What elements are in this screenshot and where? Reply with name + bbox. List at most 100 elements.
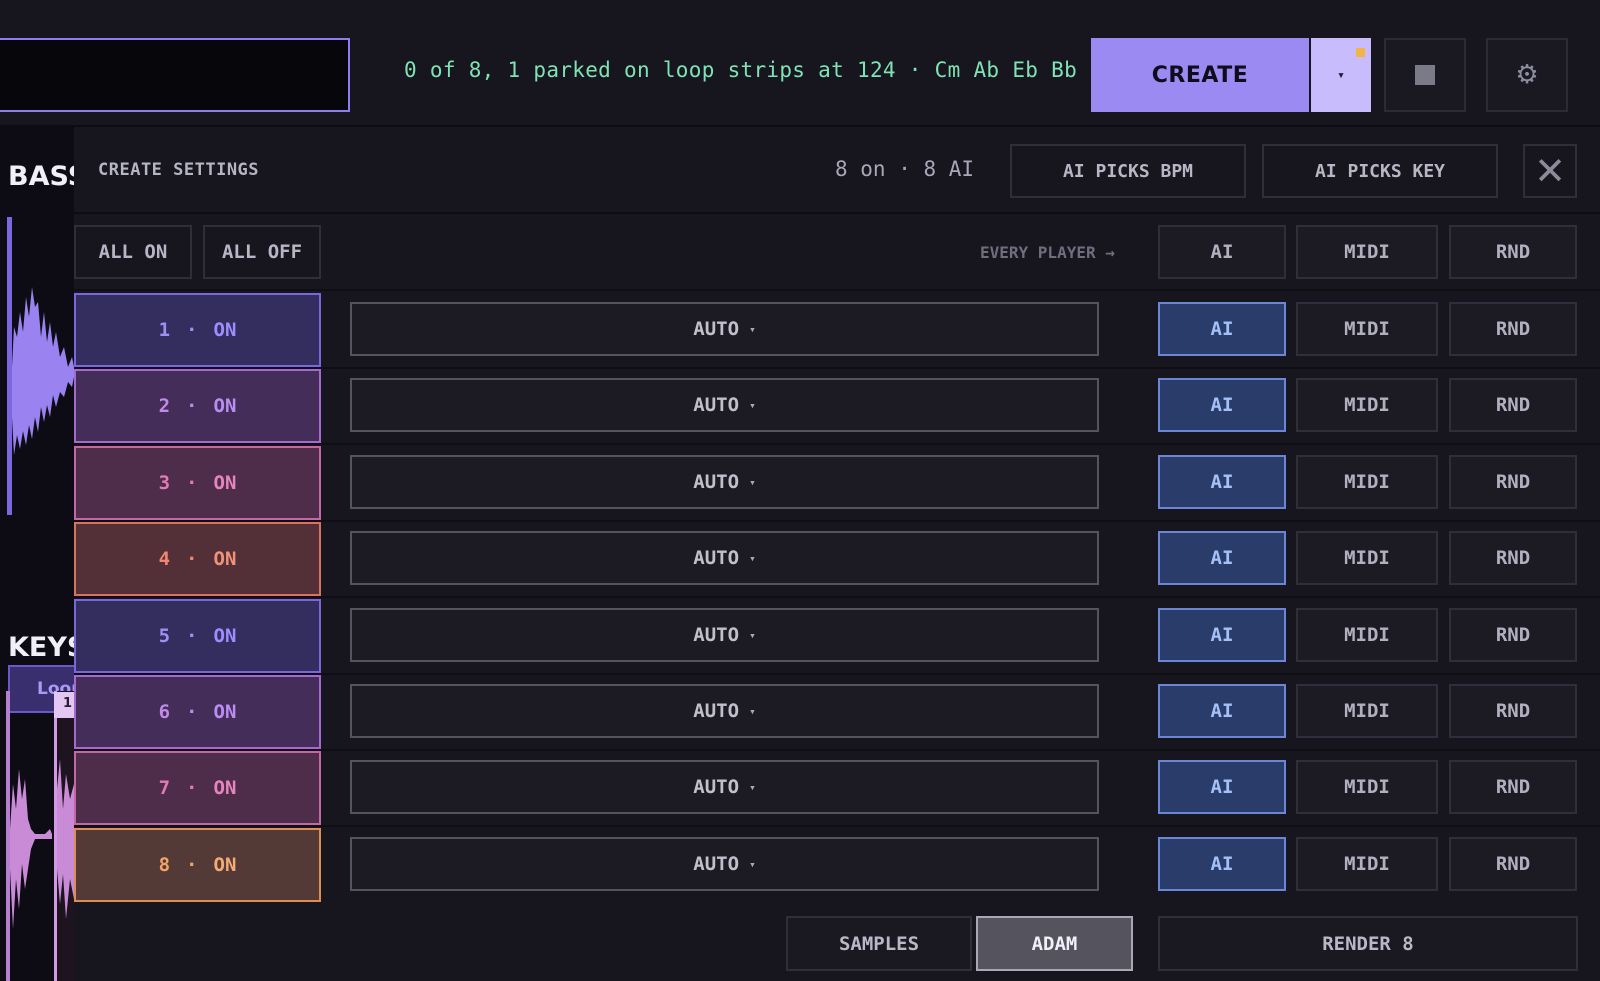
player-3-rnd-button[interactable]: RND [1449,455,1577,509]
chevron-down-icon: ▾ [749,857,756,871]
player-mode-select-2[interactable]: AUTO ▾ [350,378,1099,432]
row-divider [74,825,1600,827]
all-on-button[interactable]: ALL ON [74,225,192,279]
player-toggle-3[interactable]: 3 · ON [74,446,321,520]
player-5-midi-button[interactable]: MIDI [1296,608,1438,662]
track-label-keys: KEYS [8,632,74,663]
player-separator: · [186,548,198,570]
source-samples-button[interactable]: SAMPLES [786,916,972,971]
track-label-bass: BASS [8,161,74,192]
player-6-rnd-button[interactable]: RND [1449,684,1577,738]
player-state: ON [213,854,237,876]
prompt-input[interactable] [0,38,350,112]
render-button[interactable]: RENDER 8 [1158,916,1578,971]
player-mode-value: AUTO [693,394,740,416]
player-mode-value: AUTO [693,624,740,646]
stop-icon [1415,65,1435,85]
player-state: ON [213,395,237,417]
player-number: 3 [158,472,171,494]
global-mode-rnd-button[interactable]: RND [1449,225,1577,279]
player-toggle-2[interactable]: 2 · ON [74,369,321,443]
player-toggle-7[interactable]: 7 · ON [74,751,321,825]
player-mode-value: AUTO [693,776,740,798]
track-strip: BASS Loop KEYS 1 [0,127,74,981]
player-mode-select-3[interactable]: AUTO ▾ [350,455,1099,509]
chevron-down-icon: ▾ [749,704,756,718]
player-8-rnd-button[interactable]: RND [1449,837,1577,891]
player-mode-select-1[interactable]: AUTO ▾ [350,302,1099,356]
player-mode-select-7[interactable]: AUTO ▾ [350,760,1099,814]
close-settings-button[interactable]: ✕ [1523,144,1577,198]
every-player-label: EVERY PLAYER → [980,243,1115,262]
player-toggle-6[interactable]: 6 · ON [74,675,321,749]
chevron-down-icon: ▾ [1337,67,1345,83]
player-mode-select-5[interactable]: AUTO ▾ [350,608,1099,662]
player-number: 4 [158,548,171,570]
settings-button[interactable]: ⚙ [1486,38,1568,112]
player-5-ai-button[interactable]: AI [1158,608,1286,662]
player-state: ON [213,319,237,341]
divider [74,289,1600,291]
player-mode-select-6[interactable]: AUTO ▾ [350,684,1099,738]
player-4-midi-button[interactable]: MIDI [1296,531,1438,585]
player-2-midi-button[interactable]: MIDI [1296,378,1438,432]
player-3-ai-button[interactable]: AI [1158,455,1286,509]
player-number: 6 [158,701,171,723]
player-mode-select-4[interactable]: AUTO ▾ [350,531,1099,585]
source-adam-button[interactable]: ADAM [976,916,1133,971]
player-separator: · [186,319,198,341]
global-mode-midi-button[interactable]: MIDI [1296,225,1438,279]
create-button[interactable]: CREATE [1091,38,1309,112]
player-8-midi-button[interactable]: MIDI [1296,837,1438,891]
player-7-midi-button[interactable]: MIDI [1296,760,1438,814]
player-6-ai-button[interactable]: AI [1158,684,1286,738]
row-divider [74,443,1600,445]
player-state: ON [213,472,237,494]
keys-waveform [6,691,74,981]
ai-picks-key-button[interactable]: AI PICKS KEY [1262,144,1498,198]
player-7-rnd-button[interactable]: RND [1449,760,1577,814]
player-mode-select-8[interactable]: AUTO ▾ [350,837,1099,891]
global-mode-ai-button[interactable]: AI [1158,225,1286,279]
player-mode-value: AUTO [693,547,740,569]
player-toggle-1[interactable]: 1 · ON [74,293,321,367]
player-state: ON [213,625,237,647]
create-status-text: 0 of 8, 1 parked on loop strips at 124 ·… [404,58,1078,82]
chevron-down-icon: ▾ [749,551,756,565]
player-state: ON [213,701,237,723]
player-mode-value: AUTO [693,318,740,340]
player-1-midi-button[interactable]: MIDI [1296,302,1438,356]
settings-title: CREATE SETTINGS [98,160,260,180]
bass-waveform [7,217,74,515]
player-separator: · [186,701,198,723]
player-2-rnd-button[interactable]: RND [1449,378,1577,432]
player-toggle-4[interactable]: 4 · ON [74,522,321,596]
player-5-rnd-button[interactable]: RND [1449,608,1577,662]
player-toggle-8[interactable]: 8 · ON [74,828,321,902]
player-number: 2 [158,395,171,417]
player-separator: · [186,854,198,876]
stop-button[interactable] [1384,38,1466,112]
player-state: ON [213,777,237,799]
player-separator: · [186,777,198,799]
ai-picks-bpm-button[interactable]: AI PICKS BPM [1010,144,1246,198]
player-7-ai-button[interactable]: AI [1158,760,1286,814]
all-off-button[interactable]: ALL OFF [203,225,321,279]
player-4-ai-button[interactable]: AI [1158,531,1286,585]
player-1-rnd-button[interactable]: RND [1449,302,1577,356]
row-divider [74,596,1600,598]
player-2-ai-button[interactable]: AI [1158,378,1286,432]
player-3-midi-button[interactable]: MIDI [1296,455,1438,509]
player-count-summary: 8 on · 8 AI [835,157,975,181]
chevron-down-icon: ▾ [749,398,756,412]
player-number: 1 [158,319,171,341]
player-8-ai-button[interactable]: AI [1158,837,1286,891]
create-options-dropdown[interactable]: ▾ [1311,38,1371,112]
player-state: ON [213,548,237,570]
player-number: 5 [158,625,171,647]
player-separator: · [186,625,198,647]
player-toggle-5[interactable]: 5 · ON [74,599,321,673]
player-4-rnd-button[interactable]: RND [1449,531,1577,585]
player-1-ai-button[interactable]: AI [1158,302,1286,356]
player-6-midi-button[interactable]: MIDI [1296,684,1438,738]
